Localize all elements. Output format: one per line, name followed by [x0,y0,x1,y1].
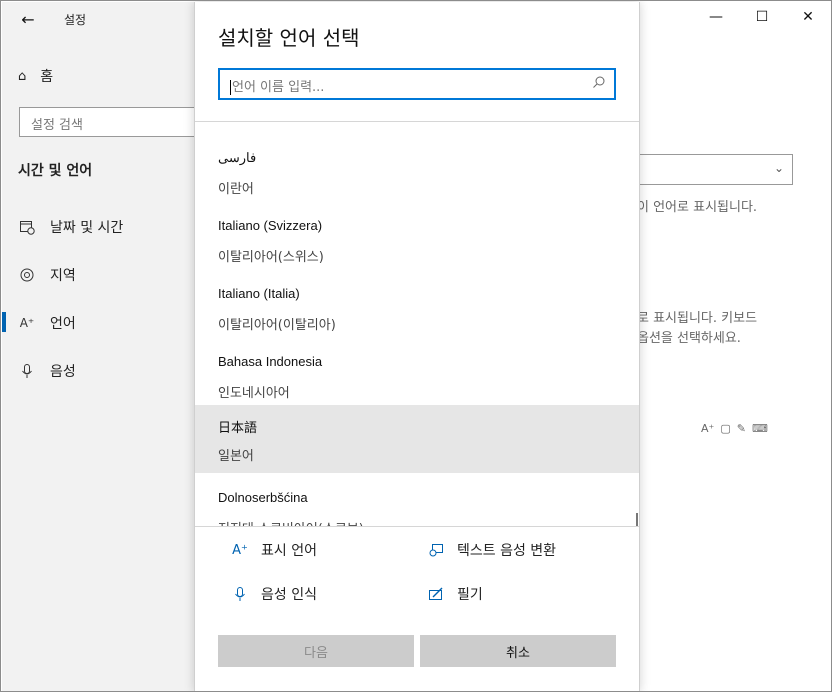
language-native-name: 日本語 [218,420,258,435]
feature-handwriting: 필기 [427,584,483,604]
language-korean-name: 이란어 [218,182,254,197]
sidebar-item-label: 음성 [50,364,76,380]
language-korean-name: 저지대 소르비아어(소르브) [218,518,364,526]
keyboard-icon: ⌨ [751,422,768,435]
sidebar-item-region[interactable]: 지역 [18,265,76,285]
language-icon: A⁺ [232,542,248,558]
home-icon: ⌂ [18,68,27,84]
list-item[interactable]: Dolnoserbšćina 저지대 소르비아어(소르브) [195,478,639,526]
microphone-icon [18,362,36,380]
sidebar-item-language[interactable]: A⁺ 언어 [18,313,76,333]
list-item[interactable]: فارسی 이란어 [195,138,639,206]
section-title: 시간 및 언어 [18,163,93,179]
home-label: 홈 [40,69,54,85]
window-controls: — ☐ ✕ [693,1,831,33]
feature-speech-recognition: 음성 인식 [231,584,317,604]
cancel-button[interactable]: 취소 [420,635,616,667]
feature-display-language: A⁺ 표시 언어 [231,540,317,560]
divider [195,121,639,122]
language-native-name: Bahasa Indonesia [218,354,323,369]
dialog-title: 설치할 언어 선택 [218,26,360,50]
language-korean-name: 일본어 [218,449,254,464]
globe-icon [18,266,36,284]
list-item[interactable]: Italiano (Italia) 이탈리아어(이탈리아) [195,274,639,342]
language-icon: A⁺ [701,422,715,435]
calendar-clock-icon [18,218,36,236]
close-button[interactable]: ✕ [785,1,831,33]
language-korean-name: 이탈리아어(이탈리아) [218,318,336,333]
background-description-2: 로 표시됩니다. 키보드 옵션을 선택하세요. [637,311,758,346]
language-icon: A⁺ [19,316,35,330]
search-icon[interactable] [592,75,606,93]
feature-text-to-speech: 텍스트 음성 변환 [427,540,556,560]
handwriting-icon [427,585,445,603]
list-item[interactable]: Italiano (Svizzera) 이탈리아어(스위스) [195,206,639,274]
language-native-name: فارسی [218,150,257,165]
language-native-name: Dolnoserbšćina [218,490,308,505]
maximize-button[interactable]: ☐ [739,1,785,33]
settings-window: ← 설정 ⌂ 홈 설정 검색 시간 및 언어 날짜 및 시간 지역 A⁺ 언어 [0,0,832,692]
settings-sidebar: ← 설정 ⌂ 홈 설정 검색 시간 및 언어 날짜 및 시간 지역 A⁺ 언어 [2,2,212,691]
sidebar-item-label: 지역 [50,268,76,284]
language-korean-name: 이탈리아어(스위스) [218,250,324,265]
scrollbar-thumb[interactable] [636,513,638,526]
text-to-speech-icon: ▢ [720,422,731,435]
feature-label: 음성 인식 [261,587,317,603]
sidebar-item-home[interactable]: ⌂ 홈 [18,66,53,86]
active-nav-indicator [2,312,6,332]
app-title: 설정 [64,13,87,27]
language-korean-name: 인도네시아어 [218,386,290,401]
sidebar-item-label: 언어 [50,316,76,332]
feature-label: 표시 언어 [261,543,317,559]
language-list: فارسی 이란어 Italiano (Svizzera) 이탈리아어(스위스)… [195,132,639,526]
text-caret [230,80,231,95]
language-native-name: Italiano (Italia) [218,286,300,301]
back-arrow-icon[interactable]: ← [16,8,40,30]
background-description: 이 언어로 표시됩니다. [637,200,758,215]
handwriting-icon: ✎ [736,422,746,435]
divider [195,526,639,527]
list-item[interactable]: Bahasa Indonesia 인도네시아어 [195,342,639,410]
sidebar-item-date-time[interactable]: 날짜 및 시간 [18,217,123,237]
text-to-speech-icon [427,541,445,559]
feature-label: 필기 [457,587,483,603]
settings-search-input[interactable]: 설정 검색 [19,107,205,137]
sidebar-item-label: 날짜 및 시간 [50,220,124,236]
microphone-icon [231,585,249,603]
chevron-down-icon: ⌄ [773,161,784,175]
feature-label: 텍스트 음성 변환 [457,543,557,559]
language-native-name: Italiano (Svizzera) [218,218,323,233]
minimize-button[interactable]: — [693,1,739,33]
language-feature-icons: A⁺ ▢ ✎ ⌨ [701,422,768,435]
language-search-input[interactable]: 언어 이름 입력... [218,68,616,100]
next-button[interactable]: 다음 [218,635,414,667]
language-install-dialog: 설치할 언어 선택 언어 이름 입력... فارسی 이란어 Italiano… [194,2,640,691]
sidebar-item-speech[interactable]: 음성 [18,361,76,381]
list-item-selected[interactable]: 日本語 일본어 [195,405,639,473]
display-language-dropdown[interactable]: ⌄ [621,154,793,185]
